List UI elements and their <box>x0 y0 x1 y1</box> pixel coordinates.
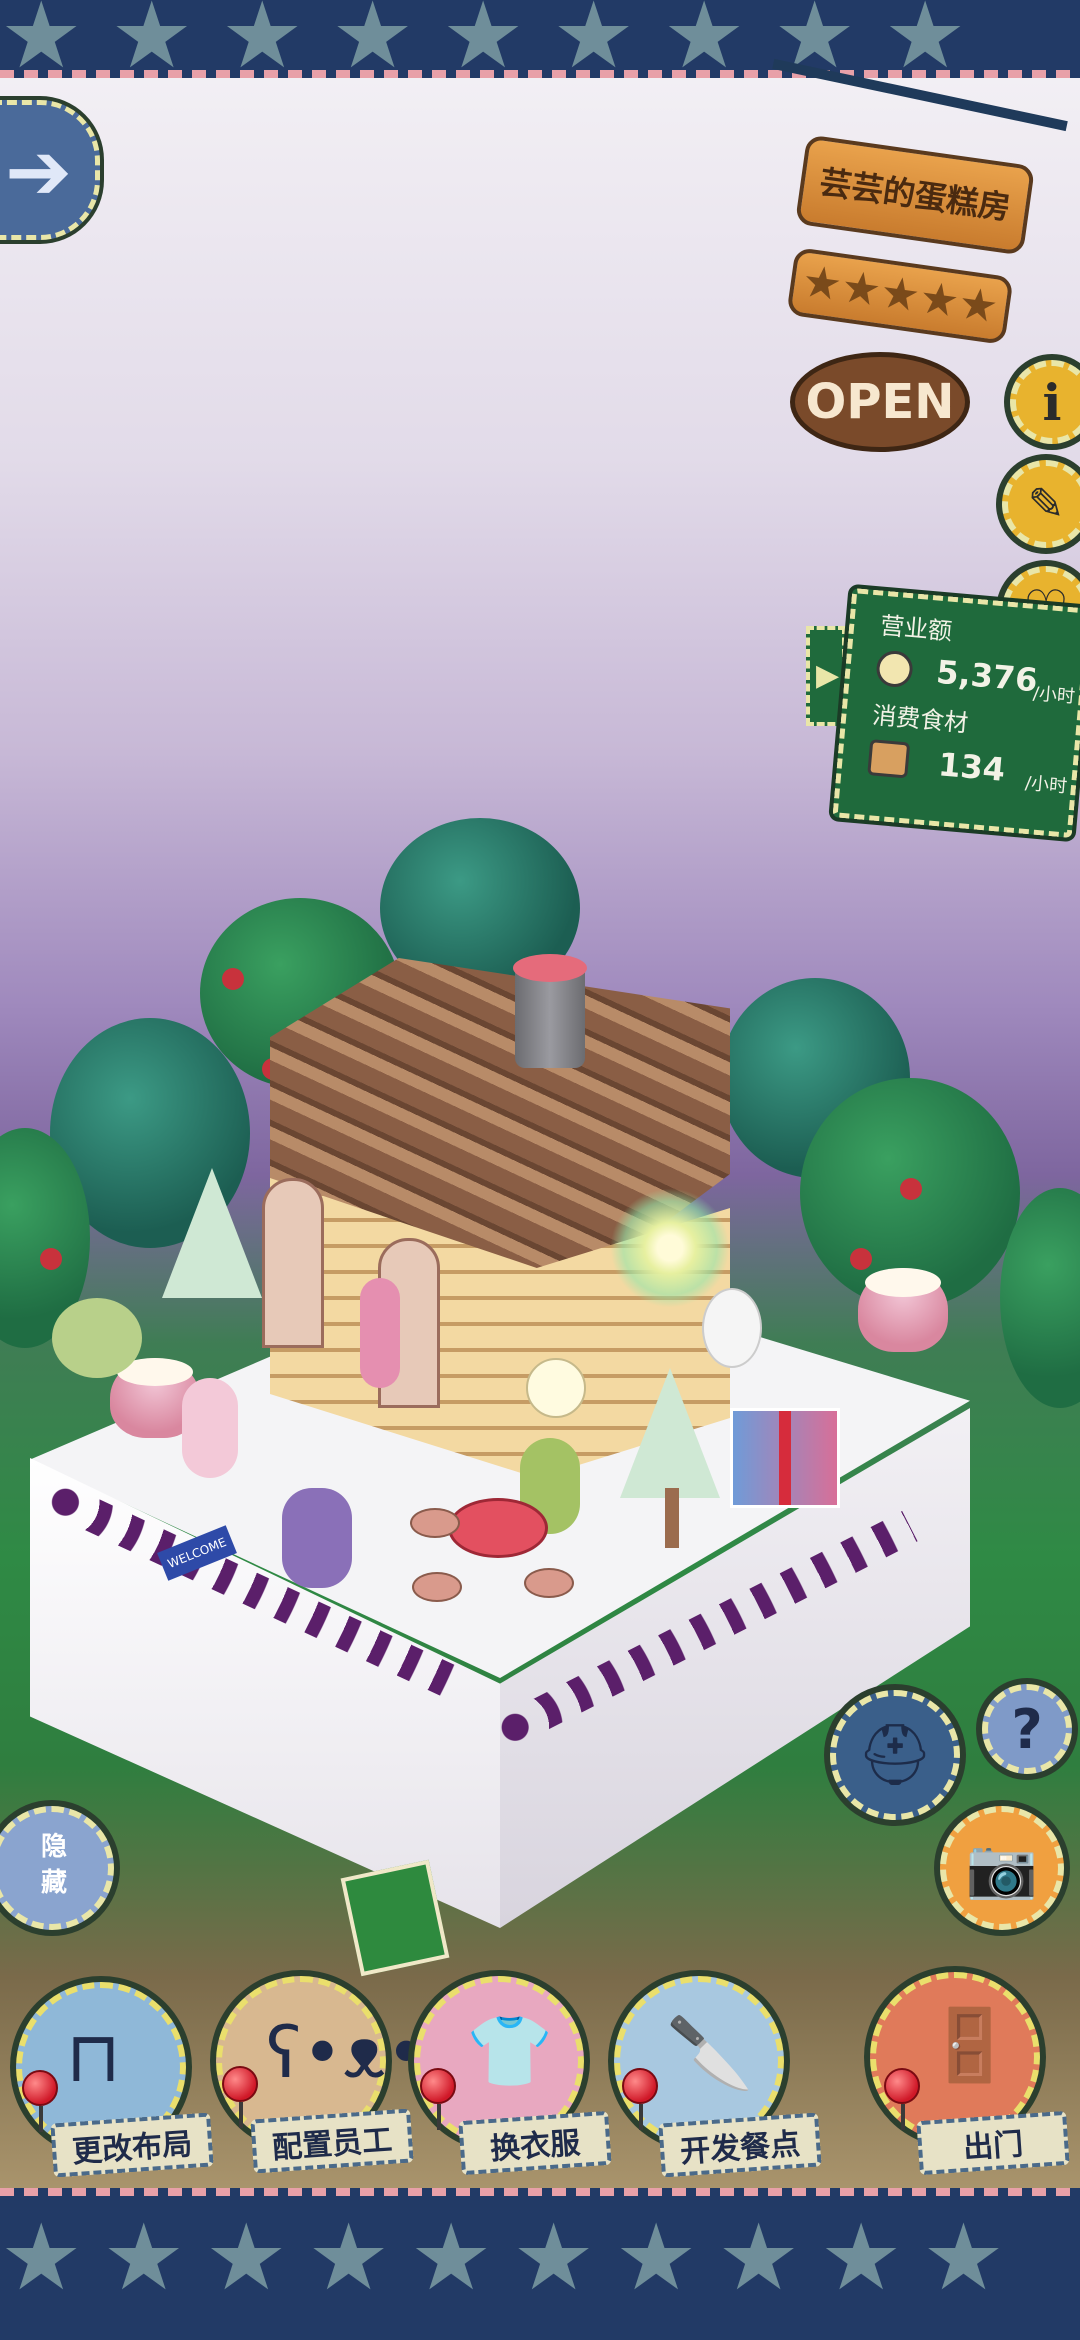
purple-cat-customer[interactable] <box>282 1488 352 1588</box>
info-icon: i <box>1042 372 1062 432</box>
shirt-icon: 👕 <box>466 2010 554 2092</box>
business-stats-board: 营业额 5,376 /小时 消费食材 134 /小时 <box>832 587 1080 839</box>
icecream-scoop[interactable] <box>858 1268 948 1352</box>
bottom-star-border: ★★★★★★★★★★ <box>0 2188 1080 2340</box>
ingredients-value: 134 <box>936 745 1007 789</box>
ingredients-basket-icon <box>867 739 911 779</box>
chevron-right-icon: ▶ <box>816 658 840 693</box>
revenue-unit: /小时 <box>1032 683 1076 708</box>
stool[interactable] <box>410 1508 460 1538</box>
go-out-label[interactable]: 出门 <box>916 2110 1070 2176</box>
star-pattern: ★★★★★★★★★ <box>0 0 995 78</box>
apple <box>40 1248 62 1270</box>
red-table[interactable] <box>448 1498 548 1558</box>
apple <box>900 1178 922 1200</box>
apple <box>222 968 244 990</box>
stool[interactable] <box>412 1572 462 1602</box>
tree-trunk <box>665 1488 679 1548</box>
camera-icon: 📷 <box>965 1834 1039 1902</box>
angel-bunny-staff[interactable] <box>182 1378 238 1478</box>
floor-lamp[interactable] <box>526 1358 586 1418</box>
gift-box[interactable] <box>730 1408 840 1508</box>
open-status-sign[interactable]: OPEN <box>790 352 970 452</box>
table-icon: ⊓ <box>66 2016 121 2098</box>
snow-tree[interactable] <box>620 1368 720 1498</box>
firework-effect <box>610 1188 730 1308</box>
assign-staff-label[interactable]: 配置员工 <box>250 2108 414 2174</box>
pink-bunny-staff[interactable] <box>360 1278 400 1388</box>
question-icon: ? <box>1011 1697 1043 1761</box>
house-door[interactable] <box>262 1178 324 1348</box>
recipe-book-button[interactable]: ✎ <box>1002 460 1080 548</box>
stool[interactable] <box>524 1568 574 1598</box>
pin-icon <box>884 2068 920 2130</box>
apple <box>850 1248 872 1270</box>
book-icon: ✎ <box>1027 478 1065 530</box>
knife-icon: 🔪 <box>666 2012 754 2094</box>
back-arrow-button[interactable]: ➔ <box>0 100 100 240</box>
pin-icon <box>222 2066 258 2128</box>
border-stitch <box>0 2188 1080 2196</box>
door-icon: 🚪 <box>926 2004 1014 2086</box>
pin-icon <box>22 2070 58 2132</box>
top-star-border: ★★★★★★★★★ <box>0 0 1080 78</box>
stats-collapse-tab[interactable]: ▶ <box>806 626 846 726</box>
ingredients-label: 消费食材 <box>871 701 970 738</box>
revenue-label: 营业额 <box>879 611 954 646</box>
ingredients-unit: /小时 <box>1024 772 1068 798</box>
uniform-hat-button[interactable]: ⛑ <box>830 1690 960 1820</box>
arrow-right-icon: ➔ <box>5 125 73 218</box>
camera-button[interactable]: 📷 <box>940 1806 1064 1930</box>
snow-tree[interactable] <box>162 1168 262 1298</box>
chimney <box>513 954 587 1068</box>
hide-label: 隐藏 <box>36 1832 67 1904</box>
help-button[interactable]: ? <box>982 1684 1072 1774</box>
pin-icon <box>420 2068 456 2130</box>
snowman[interactable] <box>702 1288 762 1368</box>
change-clothes-label[interactable]: 换衣服 <box>458 2110 612 2176</box>
pin-icon <box>622 2068 658 2130</box>
bunny-icecream-customer[interactable] <box>52 1298 142 1378</box>
develop-menu-label[interactable]: 开发餐点 <box>658 2112 822 2178</box>
change-layout-label[interactable]: 更改布局 <box>50 2112 214 2178</box>
star-pattern: ★★★★★★★★★★ <box>0 2204 1025 2311</box>
coin-icon <box>875 649 915 689</box>
hat-icon: ⛑ <box>856 1720 934 1790</box>
revenue-value: 5,376 <box>934 652 1039 700</box>
